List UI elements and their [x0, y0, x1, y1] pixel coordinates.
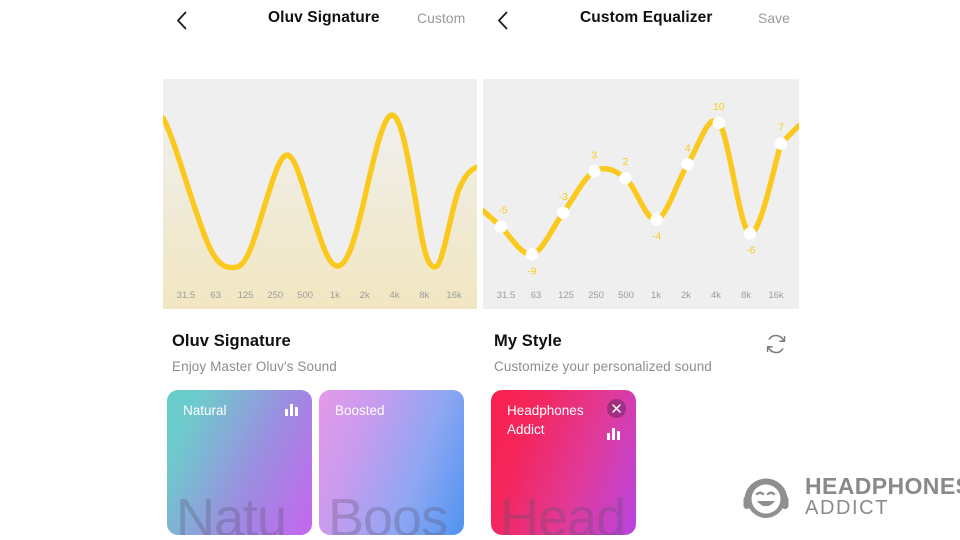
data-point-label: -4	[652, 231, 661, 243]
headphones-smiley-logo-icon	[737, 478, 797, 528]
data-point-label: 3	[591, 149, 597, 161]
eq-band-handle[interactable]	[619, 172, 632, 185]
preset-label-line2: Addict	[507, 422, 545, 437]
frequency-axis-left: 31.5 63 125 250 500 1k 2k 4k 8k 16k	[163, 290, 477, 301]
back-button-left[interactable]	[168, 6, 194, 34]
axis-tick: 2k	[359, 290, 370, 301]
axis-tick: 1k	[329, 290, 340, 301]
section-subtitle: Customize your personalized sound	[494, 359, 712, 374]
data-point-label: -9	[527, 265, 536, 277]
section-subtitle: Enjoy Master Oluv's Sound	[172, 359, 337, 374]
headphones-addict-watermark: HEADPHONES ADDICT	[737, 470, 960, 528]
eq-band-handle[interactable]	[743, 227, 757, 240]
curve-fill	[163, 115, 477, 309]
axis-tick: 125	[237, 290, 254, 301]
preset-card-headphones-addict[interactable]: Headphones Addict Head	[491, 390, 636, 535]
axis-tick: 500	[297, 290, 314, 301]
eq-band-handle[interactable]	[712, 116, 725, 129]
axis-tick: 16k	[446, 290, 462, 301]
eq-band-handle[interactable]	[557, 206, 570, 219]
section-title: My Style	[494, 332, 562, 350]
preset-label-line1: Headphones	[507, 403, 584, 418]
curve-stroke	[163, 112, 477, 271]
custom-button[interactable]: Custom	[417, 10, 465, 26]
preset-label: Boosted	[335, 403, 385, 418]
data-point-label: 10	[713, 101, 725, 113]
axis-tick: 2k	[680, 290, 692, 301]
eq-chart-oluv-signature: 31.5 63 125 250 500 1k 2k 4k 8k 16k	[163, 79, 477, 309]
chevron-left-icon	[497, 11, 508, 30]
top-navigation-bars: Oluv Signature Custom Custom Equalizer S…	[0, 0, 960, 42]
data-point-label: -5	[498, 205, 507, 217]
preset-card-boosted[interactable]: Boosted Boos	[319, 390, 464, 535]
preset-ghost-text: Natu	[176, 488, 287, 535]
eq-band-handle[interactable]	[525, 248, 539, 261]
preset-label: Headphones Addict	[507, 401, 607, 439]
equalizer-bars-icon	[284, 404, 298, 416]
axis-tick: 250	[588, 290, 604, 301]
eq-chart-custom-equalizer[interactable]: -5 -9 -3 3 2 -4 4 10 -6 7 31.5 63 125 250 500 1k …	[483, 79, 799, 309]
page-title-left: Oluv Signature	[268, 9, 380, 26]
axis-tick: 63	[530, 290, 542, 301]
frequency-axis-right: 31.5 63 125 250 500 1k 2k 4k 8k 16k	[483, 290, 799, 301]
axis-tick: 500	[618, 290, 634, 301]
preset-label: Natural	[183, 403, 227, 418]
back-button-right[interactable]	[489, 6, 515, 34]
preset-ghost-text: Boos	[328, 488, 448, 535]
eq-band-handle[interactable]	[681, 158, 694, 171]
axis-tick: 8k	[740, 290, 752, 301]
watermark-line1: HEADPHONES	[805, 473, 960, 499]
axis-tick: 63	[210, 290, 221, 301]
app-screenshot: Oluv Signature Custom Custom Equalizer S…	[0, 0, 960, 540]
data-point-label: -3	[559, 191, 568, 203]
axis-tick: 16k	[768, 290, 784, 301]
section-my-style: My Style Customize your personalized sou…	[494, 332, 712, 374]
axis-tick: 1k	[650, 290, 662, 301]
data-point-label: 2	[622, 156, 628, 168]
data-point-label: 4	[685, 142, 691, 154]
axis-tick: 31.5	[176, 290, 196, 301]
eq-band-handle[interactable]	[650, 213, 663, 226]
chevron-left-icon	[176, 11, 187, 30]
axis-tick: 125	[558, 290, 574, 301]
eq-curve-svg-right[interactable]: -5 -9 -3 3 2 -4 4 10 -6 7	[483, 79, 799, 309]
axis-tick: 4k	[389, 290, 400, 301]
eq-band-handle[interactable]	[774, 137, 788, 150]
watermark-line2: ADDICT	[805, 497, 890, 519]
close-icon[interactable]	[607, 399, 626, 418]
axis-tick: 4k	[710, 290, 722, 301]
section-oluv-signature: Oluv Signature Enjoy Master Oluv's Sound	[172, 332, 337, 374]
data-point-label: -6	[746, 245, 755, 257]
axis-tick: 250	[267, 290, 284, 301]
data-point-label: 7	[778, 122, 784, 134]
axis-tick: 8k	[419, 290, 430, 301]
axis-tick: 31.5	[496, 290, 516, 301]
equalizer-bars-icon	[606, 428, 620, 440]
eq-curve-svg-left	[163, 112, 477, 309]
preset-card-natural[interactable]: Natural Natu	[167, 390, 312, 535]
eq-band-handle[interactable]	[588, 165, 601, 178]
save-button[interactable]: Save	[758, 10, 790, 26]
refresh-icon[interactable]	[764, 332, 788, 356]
section-title: Oluv Signature	[172, 332, 291, 350]
page-title-right: Custom Equalizer	[580, 9, 713, 26]
eq-band-handle[interactable]	[494, 220, 508, 233]
preset-ghost-text: Head	[500, 488, 626, 535]
